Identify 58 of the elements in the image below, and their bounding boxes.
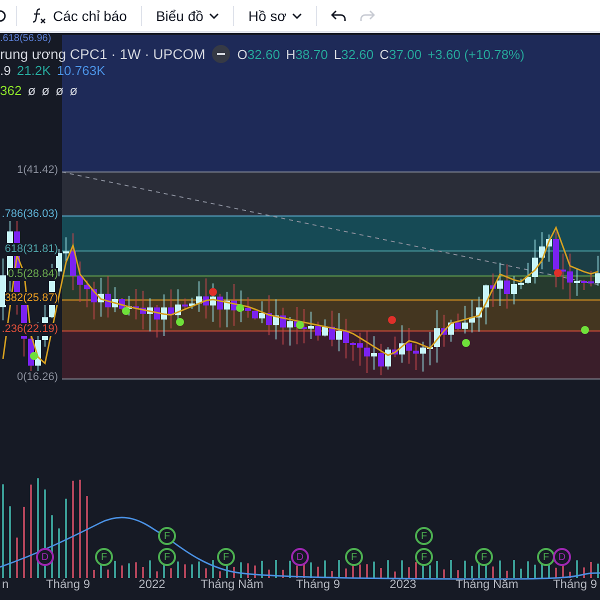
time-axis-label: Tháng Năm xyxy=(456,577,518,591)
earnings-marker[interactable]: F xyxy=(415,548,433,566)
fib-level-label: 382(25.87) xyxy=(4,292,58,305)
earnings-marker[interactable]: F xyxy=(158,548,176,566)
undo-icon xyxy=(331,8,348,22)
fib-level-label: .786(36.03) xyxy=(2,208,58,221)
signal-dot xyxy=(30,352,38,360)
volume-value: 10.763K xyxy=(56,63,106,78)
caret-icon xyxy=(292,12,302,18)
menu-button[interactable]: Biểu đồ xyxy=(150,4,226,28)
earnings-marker[interactable]: F xyxy=(345,548,363,566)
time-axis-label: Tháng 9 xyxy=(46,577,90,591)
signal-dot xyxy=(236,304,244,312)
signal-dot xyxy=(209,288,217,296)
time-axis-label: Tháng Năm xyxy=(200,577,264,591)
fib-level-label: .236(22.19) xyxy=(2,323,58,336)
collapse-icon[interactable] xyxy=(211,44,232,64)
indicator-value: ø xyxy=(28,83,36,98)
signal-dot xyxy=(462,339,470,347)
redo-icon xyxy=(359,8,376,22)
earnings-marker[interactable]: F xyxy=(415,527,433,545)
ohlc-value: L32.60 xyxy=(334,46,374,62)
signal-dot xyxy=(176,318,184,326)
menu-button[interactable]: Hồ sơ xyxy=(242,4,308,28)
ohlc-value: O32.60 xyxy=(237,46,280,62)
earnings-marker[interactable]: F xyxy=(537,548,555,566)
earnings-marker[interactable]: F xyxy=(95,548,113,566)
indicators-button[interactable]: Các chỉ báo xyxy=(25,2,133,28)
signal-dot xyxy=(122,307,130,315)
volume-value: 21.2K xyxy=(16,63,51,78)
indicator-value: ø xyxy=(42,83,50,98)
symbol-title: rung ương CPC1 · 1W · UPCOM xyxy=(0,46,206,62)
caret-icon xyxy=(209,12,220,18)
signal-dot xyxy=(581,326,589,334)
signal-dot xyxy=(296,321,304,329)
indicator-value: ø xyxy=(56,83,64,98)
function-icon xyxy=(31,6,47,24)
earnings-marker[interactable]: F xyxy=(475,548,493,566)
earnings-marker[interactable]: F xyxy=(217,548,235,566)
fib-level-label: .618(56.96) xyxy=(0,33,52,44)
time-axis-label: Tháng 9 xyxy=(552,577,598,591)
earnings-marker[interactable]: F xyxy=(158,527,176,545)
fib-level-label: 618(31.81) xyxy=(4,243,58,256)
ohlc-value: H38.70 xyxy=(286,46,328,62)
fib-level-label: 0.5(28.84) xyxy=(8,268,58,281)
volume-value: .9 xyxy=(0,63,11,78)
ohlc-value: C37.00 xyxy=(380,46,422,62)
price-change: +3.60 (+10.78%) xyxy=(428,46,524,62)
time-axis-label: n xyxy=(2,577,9,591)
signal-dot xyxy=(554,269,562,277)
time-axis-label: 2023 xyxy=(390,577,416,591)
indicator-value: ø xyxy=(70,83,78,98)
time-axis-label: 2022 xyxy=(138,577,166,591)
signal-dot xyxy=(388,316,396,324)
indicator-value: 362 xyxy=(0,83,22,98)
fib-level-label: 1(41.42) xyxy=(17,164,58,177)
time-axis-label: Tháng 9 xyxy=(296,577,340,591)
fib-level-label: 0(16.26) xyxy=(17,371,58,384)
